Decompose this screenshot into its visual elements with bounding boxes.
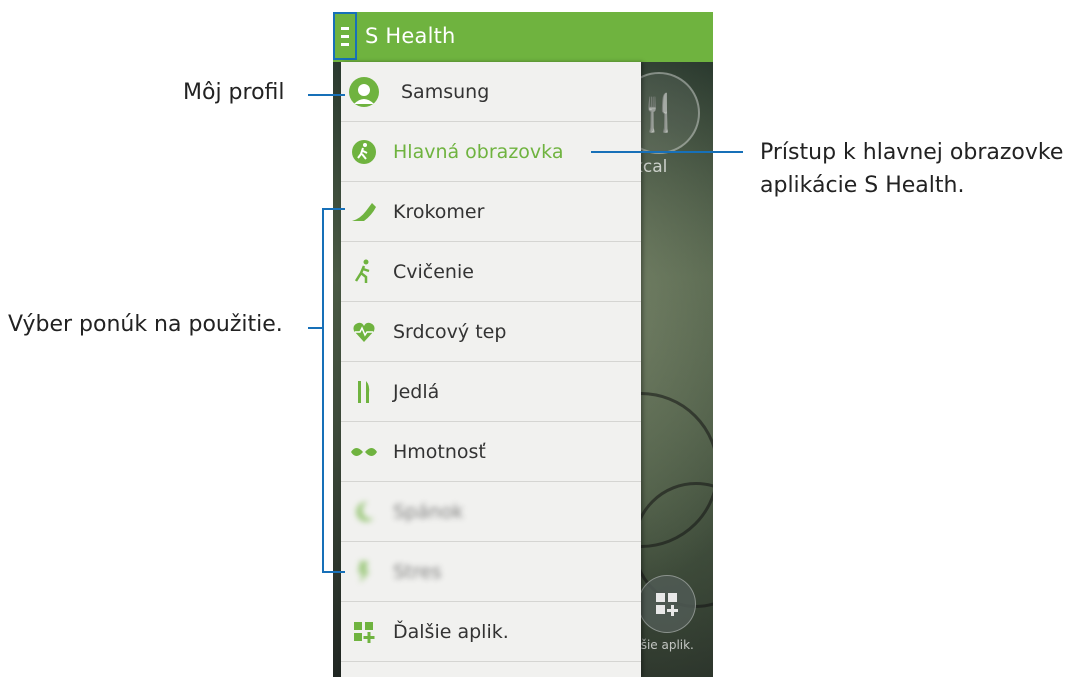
callout-bracket-bottom [322,571,345,573]
annotation-profile: Môj profil [183,80,285,105]
more-apps-icon[interactable] [638,575,696,633]
drawer-item-stress[interactable]: Stres [341,542,641,602]
callout-line-menus [308,327,322,329]
app-title: S Health [365,24,456,48]
drawer-toggle-button[interactable] [333,12,357,60]
profile-avatar-icon [349,77,379,107]
drawer-item-label: Spánok [393,501,464,523]
sleep-moon-icon [349,497,379,527]
callout-line-home [591,151,743,153]
more-apps-icon [349,617,379,647]
drawer-item-label: Jedlá [393,381,440,403]
annotation-home-line2: aplikácie S Health. [760,173,965,198]
drawer-item-label: Krokomer [393,201,485,223]
shoe-icon [349,197,379,227]
callout-bracket-top [322,208,345,210]
menu-bar [341,42,349,46]
annotation-menus: Výber ponúk na použitie. [8,312,283,337]
scale-icon [349,437,379,467]
drawer-item-more-apps[interactable]: Ďalšie aplik. [341,602,641,662]
drawer-item-label: Hmotnosť [393,441,486,463]
drawer-item-label: Samsung [401,81,490,103]
drawer-item-label: Srdcový tep [393,321,507,343]
drawer-item-profile[interactable]: Samsung [341,62,641,122]
runner-icon [349,257,379,287]
drawer-item-label: Cvičenie [393,261,474,283]
fork-knife-icon [349,377,379,407]
menu-bar [341,26,349,30]
navigation-drawer: Samsung Hlavná obrazovka Krokomer Cvičen… [341,62,641,677]
stress-icon [349,557,379,587]
callout-line-profile [308,94,345,96]
home-runner-icon [349,137,379,167]
drawer-item-label: Stres [393,561,442,583]
drawer-item-heart-rate[interactable]: Srdcový tep [341,302,641,362]
heart-rate-icon [349,317,379,347]
drawer-item-food[interactable]: Jedlá [341,362,641,422]
annotation-home-line1: Prístup k hlavnej obrazovke [760,140,1064,165]
app-header: S Health [333,12,713,62]
drawer-item-exercise[interactable]: Cvičenie [341,242,641,302]
drawer-item-sleep[interactable]: Spánok [341,482,641,542]
drawer-item-pedometer[interactable]: Krokomer [341,182,641,242]
callout-bracket-menus [322,208,324,573]
drawer-item-weight[interactable]: Hmotnosť [341,422,641,482]
phone-screen: 🍴 kcal alšie aplik. S Health Samsung Hla… [333,12,713,677]
drawer-item-label: Hlavná obrazovka [393,141,564,163]
drawer-item-label: Ďalšie aplik. [393,621,509,643]
menu-bar [341,34,349,38]
